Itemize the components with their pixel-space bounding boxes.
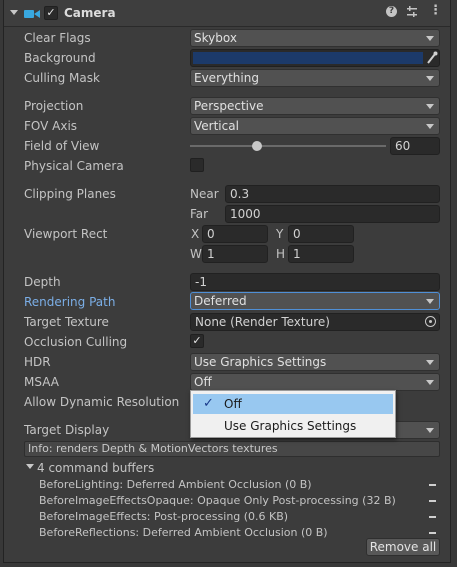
rendering-path-label: Rendering Path	[24, 295, 116, 309]
msaa-value: Off	[194, 375, 212, 389]
clipping-planes-label: Clipping Planes	[24, 187, 116, 201]
command-buffers-foldout-icon[interactable]	[26, 464, 34, 469]
hdr-label: HDR	[24, 355, 51, 369]
chevron-down-icon	[426, 104, 434, 109]
fov-axis-dropdown[interactable]: Vertical	[190, 117, 440, 135]
foldout-arrow-icon[interactable]	[10, 10, 18, 15]
viewport-h-input[interactable]: 1	[288, 245, 354, 263]
far-input[interactable]: 1000	[225, 205, 440, 223]
culling-mask-label: Culling Mask	[24, 71, 100, 85]
hdr-value: Use Graphics Settings	[194, 355, 327, 369]
field-of-view-slider[interactable]	[190, 137, 386, 155]
command-buffer-item: BeforeReflections: Deferred Ambient Occl…	[39, 526, 328, 539]
info-text: Info: renders Depth & MotionVectors text…	[28, 442, 278, 455]
viewport-w-input[interactable]: 1	[202, 245, 268, 263]
slider-track	[190, 145, 386, 147]
eyedropper-icon[interactable]	[426, 51, 438, 68]
near-label: Near	[190, 187, 219, 201]
remove-command-buffer-icon[interactable]	[429, 500, 436, 502]
chevron-down-icon	[426, 124, 434, 129]
far-label: Far	[190, 207, 209, 221]
projection-value: Perspective	[194, 99, 264, 113]
physical-camera-label: Physical Camera	[24, 159, 124, 173]
command-buffers-foldout-label[interactable]: 4 command buffers	[37, 461, 154, 475]
info-box: Info: renders Depth & MotionVectors text…	[24, 441, 440, 457]
chevron-down-icon	[426, 428, 434, 433]
component-title: Camera	[64, 6, 116, 20]
viewport-w-label: W	[190, 247, 202, 261]
rendering-path-dropdown[interactable]: Deferred	[190, 292, 440, 310]
background-label: Background	[24, 51, 96, 65]
msaa-dropdown-popup: ✓ Off Use Graphics Settings	[190, 390, 396, 438]
popup-option-label: Off	[224, 397, 242, 411]
msaa-dropdown[interactable]: Off	[190, 373, 440, 391]
clear-flags-label: Clear Flags	[24, 31, 91, 45]
field-of-view-label: Field of View	[24, 139, 100, 153]
depth-input[interactable]: -1	[190, 273, 440, 291]
command-buffer-item: BeforeLighting: Deferred Ambient Occlusi…	[39, 478, 312, 491]
background-color-field[interactable]	[190, 49, 440, 67]
background-color-swatch	[193, 52, 423, 64]
msaa-label: MSAA	[24, 375, 59, 389]
chevron-down-icon	[426, 76, 434, 81]
near-input[interactable]: 0.3	[225, 185, 440, 203]
occlusion-culling-label: Occlusion Culling	[24, 335, 128, 349]
fov-axis-value: Vertical	[194, 119, 239, 133]
camera-inspector-panel: ✓ Camera ? ⋮ Clear Flags Skybox Backgrou…	[3, 0, 451, 563]
hdr-dropdown[interactable]: Use Graphics Settings	[190, 353, 440, 371]
popup-option-off[interactable]: ✓ Off	[193, 394, 393, 414]
culling-mask-dropdown[interactable]: Everything	[190, 69, 440, 87]
check-icon: ✓	[203, 396, 214, 411]
viewport-y-label: Y	[276, 227, 284, 241]
remove-all-button[interactable]: Remove all	[366, 538, 440, 556]
target-texture-label: Target Texture	[24, 315, 109, 329]
component-header: ✓ Camera ? ⋮	[4, 0, 450, 27]
depth-label: Depth	[24, 275, 61, 289]
allow-dynamic-resolution-label: Allow Dynamic Resolution	[24, 395, 180, 409]
viewport-y-input[interactable]: 0	[288, 225, 354, 243]
culling-mask-value: Everything	[194, 71, 259, 85]
clear-flags-dropdown[interactable]: Skybox	[190, 29, 440, 47]
slider-thumb[interactable]	[252, 141, 262, 151]
viewport-rect-label: Viewport Rect	[24, 227, 108, 241]
camera-icon	[24, 8, 40, 23]
viewport-x-label: X	[191, 227, 200, 241]
target-texture-value: None (Render Texture)	[195, 315, 330, 329]
chevron-down-icon	[426, 360, 434, 365]
chevron-down-icon	[426, 36, 434, 41]
popup-option-label: Use Graphics Settings	[224, 419, 357, 433]
fov-axis-label: FOV Axis	[24, 119, 78, 133]
target-display-label: Target Display	[24, 423, 110, 437]
clear-flags-value: Skybox	[194, 31, 237, 45]
help-icon[interactable]: ?	[386, 6, 397, 17]
popup-option-use-graphics-settings[interactable]: Use Graphics Settings	[193, 416, 393, 436]
command-buffer-item: BeforeImageEffectsOpaque: Opaque Only Po…	[39, 494, 396, 507]
target-texture-field[interactable]: None (Render Texture)	[190, 313, 440, 331]
rendering-path-value: Deferred	[194, 294, 247, 308]
field-of-view-input[interactable]: 60	[390, 137, 440, 155]
remove-command-buffer-icon[interactable]	[429, 484, 436, 486]
physical-camera-checkbox[interactable]	[190, 158, 204, 172]
chevron-down-icon	[426, 380, 434, 385]
projection-dropdown[interactable]: Perspective	[190, 97, 440, 115]
presets-icon[interactable]	[406, 6, 418, 21]
chevron-down-icon	[426, 299, 434, 304]
object-picker-icon[interactable]	[425, 316, 436, 327]
occlusion-culling-checkbox[interactable]: ✓	[190, 334, 204, 348]
remove-command-buffer-icon[interactable]	[429, 532, 436, 534]
viewport-x-input[interactable]: 0	[202, 225, 268, 243]
projection-label: Projection	[24, 99, 84, 113]
command-buffer-item: BeforeImageEffects: Post-processing (0.6…	[39, 510, 289, 523]
component-enabled-checkbox[interactable]: ✓	[44, 6, 58, 20]
remove-command-buffer-icon[interactable]	[429, 516, 436, 518]
context-menu-icon[interactable]: ⋮	[429, 3, 442, 18]
viewport-h-label: H	[276, 247, 286, 261]
